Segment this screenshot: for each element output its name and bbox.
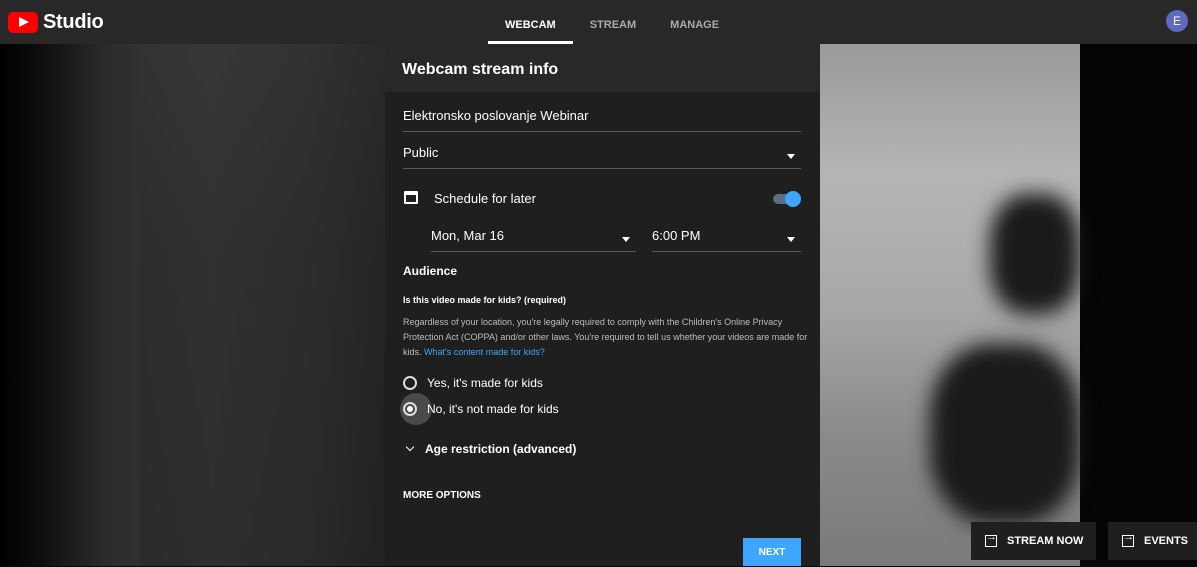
- calendar-icon: [404, 191, 418, 204]
- radio-label: Yes, it's made for kids: [427, 376, 543, 390]
- next-button[interactable]: NEXT: [743, 538, 801, 566]
- radio-label: No, it's not made for kids: [427, 402, 559, 416]
- schedule-toggle[interactable]: [771, 191, 801, 207]
- age-restriction-toggle[interactable]: Age restriction (advanced): [405, 442, 577, 456]
- top-bar: Studio WEBCAM STREAM MANAGE E: [0, 0, 1197, 44]
- webcam-stream-info-panel: Webcam stream info Elektronsko poslovanj…: [385, 44, 820, 566]
- events-label: EVENTS: [1144, 535, 1189, 547]
- tab-manage[interactable]: MANAGE: [653, 0, 736, 44]
- tab-webcam[interactable]: WEBCAM: [488, 0, 573, 44]
- time-dropdown[interactable]: 6:00 PM: [652, 228, 801, 252]
- radio-button-selected[interactable]: [403, 402, 417, 416]
- date-dropdown[interactable]: Mon, Mar 16: [431, 228, 636, 252]
- enter-icon: [1122, 531, 1134, 547]
- chevron-down-icon: [405, 442, 415, 452]
- events-button[interactable]: EVENTS: [1108, 522, 1197, 560]
- date-value: Mon, Mar 16: [431, 228, 504, 243]
- dropdown-arrow-icon: [787, 237, 795, 242]
- avatar[interactable]: E: [1166, 10, 1188, 32]
- schedule-label: Schedule for later: [434, 191, 536, 206]
- panel-title: Webcam stream info: [385, 44, 820, 92]
- studio-logo[interactable]: Studio: [8, 11, 104, 34]
- more-options-button[interactable]: MORE OPTIONS: [403, 490, 481, 501]
- radio-button[interactable]: [403, 376, 417, 390]
- tab-stream[interactable]: STREAM: [573, 0, 653, 44]
- preview-shadow: [930, 344, 1080, 524]
- stream-now-button[interactable]: STREAM NOW: [971, 522, 1096, 560]
- preview-shadow: [990, 194, 1080, 314]
- brand-name: Studio: [43, 11, 104, 33]
- age-restriction-label: Age restriction (advanced): [425, 442, 577, 456]
- youtube-play-icon: [8, 12, 38, 33]
- kids-description: Regardless of your location, you're lega…: [403, 315, 813, 360]
- kids-question: Is this video made for kids? (required): [403, 295, 567, 305]
- time-value: 6:00 PM: [652, 228, 701, 243]
- stream-now-label: STREAM NOW: [1007, 535, 1084, 547]
- privacy-dropdown[interactable]: Public: [403, 145, 801, 169]
- privacy-value: Public: [403, 145, 439, 160]
- schedule-row: Schedule for later: [403, 191, 801, 211]
- webcam-preview-right: [820, 44, 1197, 566]
- stream-title-input[interactable]: Elektronsko poslovanje Webinar: [403, 108, 801, 132]
- webcam-preview-left: [0, 44, 385, 566]
- toggle-knob: [785, 191, 801, 207]
- mode-tabs: WEBCAM STREAM MANAGE: [488, 0, 736, 44]
- kids-content-link[interactable]: What's content made for kids?: [424, 347, 545, 357]
- audience-heading: Audience: [403, 264, 458, 278]
- dropdown-arrow-icon: [622, 237, 630, 242]
- stream-title-value: Elektronsko poslovanje Webinar: [403, 108, 589, 123]
- dropdown-arrow-icon: [787, 154, 795, 159]
- enter-icon: [985, 531, 997, 547]
